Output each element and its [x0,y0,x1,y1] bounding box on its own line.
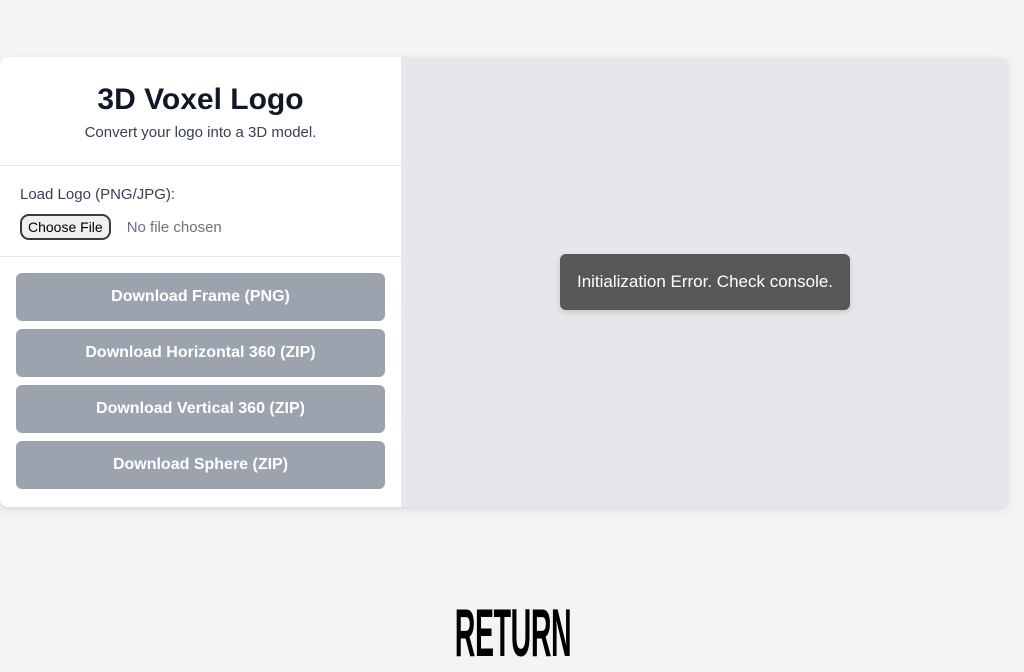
download-sphere-button[interactable]: Download Sphere (ZIP) [16,441,385,489]
sidebar-header: 3D Voxel Logo Convert your logo into a 3… [0,57,401,166]
file-status-text: No file chosen [126,218,222,236]
download-section: Download Frame (PNG) Download Horizontal… [0,257,401,489]
choose-file-button[interactable]: Choose File [20,214,111,240]
file-input-row: Choose File No file chosen [20,214,381,240]
page-subtitle: Convert your logo into a 3D model. [84,124,317,141]
download-frame-png-button[interactable]: Download Frame (PNG) [16,273,385,321]
error-toast: Initialization Error. Check console. [560,254,850,310]
load-logo-section: Load Logo (PNG/JPG): Choose File No file… [0,166,401,257]
load-logo-label: Load Logo (PNG/JPG): [20,186,176,203]
page-title: 3D Voxel Logo [97,83,304,116]
download-vertical-360-button[interactable]: Download Vertical 360 (ZIP) [16,385,385,433]
3d-viewport[interactable]: Initialization Error. Check console. [402,57,1008,507]
return-link[interactable]: RETURN [455,595,572,671]
sidebar: 3D Voxel Logo Convert your logo into a 3… [0,57,402,507]
download-horizontal-360-button[interactable]: Download Horizontal 360 (ZIP) [16,329,385,377]
app-card: 3D Voxel Logo Convert your logo into a 3… [0,57,1008,507]
